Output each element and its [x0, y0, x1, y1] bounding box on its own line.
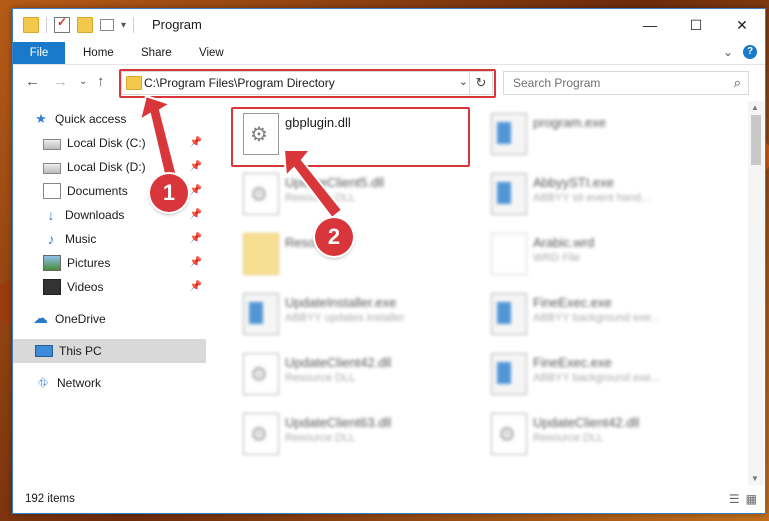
arrow-1 [138, 94, 180, 184]
callout-badge-1: 1 [150, 174, 188, 212]
arrow-2 [282, 149, 344, 220]
callout-badge-2: 2 [315, 218, 353, 256]
annotation-arrows [138, 94, 344, 220]
